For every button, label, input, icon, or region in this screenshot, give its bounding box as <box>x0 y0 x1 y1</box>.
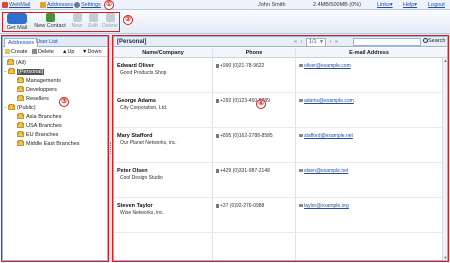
new-group-icon <box>72 13 82 22</box>
gear-icon <box>74 2 80 8</box>
webmail-link[interactable]: WebMail <box>9 1 30 9</box>
get-mail-label: Get Mail <box>6 25 28 31</box>
addresses-icon <box>40 2 46 8</box>
edit-icon <box>88 13 98 22</box>
edit-label: Edit <box>88 23 98 29</box>
get-mail-button[interactable]: Get Mail <box>5 12 29 32</box>
mail-icon <box>7 13 27 24</box>
webmail-icon <box>2 2 8 8</box>
logout-link[interactable]: Logout <box>428 1 445 9</box>
new-contact-button[interactable]: New Contact <box>33 12 67 32</box>
links-menu[interactable]: Links▾ <box>377 1 393 9</box>
toolbar: Get Mail New Contact New Edit Delete ② <box>0 10 450 34</box>
new-contact-label: New Contact <box>34 23 66 29</box>
edit-button[interactable]: Edit <box>86 12 100 32</box>
trash-icon <box>105 13 115 22</box>
callout-1: ① <box>104 0 114 10</box>
callout-box-left-panel <box>1 35 109 262</box>
settings-link[interactable]: Settings <box>81 1 101 9</box>
new-group-label: New <box>71 23 83 29</box>
quota-text: 2.4MB/500MB (0%) <box>313 2 361 8</box>
new-contact-icon <box>45 13 55 22</box>
help-menu[interactable]: Help▾ <box>403 1 417 9</box>
new-group-button[interactable]: New <box>69 12 85 32</box>
top-navigation-bar: WebMail Addresses Settings ① John Smith … <box>0 0 450 10</box>
addresses-link[interactable]: Addresses <box>47 1 73 9</box>
delete-label: Delete <box>102 23 118 29</box>
delete-button[interactable]: Delete <box>102 12 118 32</box>
callout-2: ② <box>123 15 133 25</box>
callout-box-right-panel <box>112 35 449 262</box>
user-name: John Smith <box>258 2 286 8</box>
